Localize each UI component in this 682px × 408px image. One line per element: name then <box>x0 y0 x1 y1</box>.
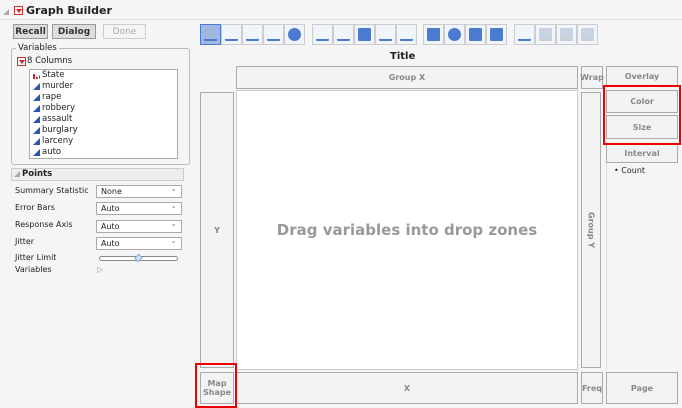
caption-box-graph-icon[interactable] <box>514 24 535 45</box>
column-name: State <box>42 70 65 80</box>
columns-count: 8 Columns <box>27 56 73 66</box>
variables-option-label: Variables <box>15 265 52 274</box>
jitter-limit-label: Jitter Limit <box>15 253 57 262</box>
continuous-icon <box>33 105 40 112</box>
continuous-icon <box>33 149 40 156</box>
column-name: rape <box>42 92 62 102</box>
continuous-icon <box>33 94 40 101</box>
column-item[interactable]: rape <box>30 92 177 103</box>
treemap-graph-icon[interactable] <box>465 24 486 45</box>
right-panel <box>606 163 678 370</box>
variables-label: Variables <box>16 43 59 53</box>
continuous-icon <box>33 127 40 134</box>
column-name: auto <box>42 147 62 157</box>
red-triangle-menu-icon[interactable] <box>14 6 23 15</box>
slider-thumb[interactable] <box>133 253 143 263</box>
continuous-icon <box>33 138 40 145</box>
graph-title[interactable]: Title <box>390 51 415 62</box>
column-name: robbery <box>42 103 76 113</box>
highlight-box-color-size <box>603 85 681 145</box>
box-plot-graph-icon[interactable] <box>375 24 396 45</box>
column-item[interactable]: assault <box>30 114 177 125</box>
graph-drop-area[interactable]: Drag variables into drop zones <box>236 90 578 370</box>
wrap-zone[interactable]: Wrap <box>580 66 604 89</box>
interval-zone[interactable]: Interval <box>606 143 678 163</box>
continuous-icon <box>33 116 40 123</box>
columns-menu-icon[interactable] <box>17 57 26 66</box>
recall-button[interactable]: Recall <box>13 24 48 39</box>
column-name: larceny <box>42 136 74 146</box>
points-header[interactable]: Points <box>11 168 184 181</box>
mosaic-graph-icon[interactable] <box>486 24 507 45</box>
disclosure-icon[interactable] <box>14 171 20 177</box>
highlight-box-map-shape <box>195 363 237 408</box>
column-name: burglary <box>42 125 78 135</box>
column-item[interactable]: State <box>30 70 177 81</box>
continuous-icon <box>33 83 40 90</box>
column-item[interactable]: murder <box>30 81 177 92</box>
freq-zone[interactable]: Freq <box>581 372 603 404</box>
parallel-graph-icon[interactable] <box>577 24 598 45</box>
column-list[interactable]: State murder rape robbery assault burglary lar… <box>29 69 178 159</box>
line-graph-icon[interactable] <box>312 24 333 45</box>
contour-graph-icon[interactable] <box>284 24 305 45</box>
heatmap-graph-icon[interactable] <box>423 24 444 45</box>
jitter-select[interactable]: Auto <box>96 235 182 250</box>
smoother-graph-icon[interactable] <box>221 24 242 45</box>
error-bars-label: Error Bars <box>15 203 55 212</box>
line-of-fit-graph-icon[interactable] <box>242 24 263 45</box>
error-bars-select[interactable]: Auto <box>96 200 182 215</box>
overlay-zone[interactable]: Overlay <box>606 66 678 86</box>
column-item[interactable]: larceny <box>30 136 177 147</box>
points-title: Points <box>22 169 53 179</box>
title-bar: Graph Builder <box>0 2 682 20</box>
column-item[interactable]: burglary <box>30 125 177 136</box>
formula-graph-icon[interactable] <box>535 24 556 45</box>
expand-arrow-icon[interactable]: ▷ <box>97 265 103 274</box>
bar-graph-icon[interactable] <box>333 24 354 45</box>
window-title: Graph Builder <box>26 4 112 17</box>
group-y-zone[interactable]: Group Y <box>581 92 601 368</box>
summary-statistic-select[interactable]: None <box>96 183 182 198</box>
ellipse-graph-icon[interactable] <box>263 24 284 45</box>
variables-group: Variables 8 Columns State murder rape robbe… <box>11 43 190 165</box>
map-shapes-graph-icon[interactable] <box>556 24 577 45</box>
response-axis-label: Response Axis <box>15 220 73 229</box>
column-name: murder <box>42 81 74 91</box>
area-graph-icon[interactable] <box>354 24 375 45</box>
dialog-button[interactable]: Dialog <box>52 24 96 39</box>
nominal-icon <box>33 72 40 79</box>
summary-statistic-label: Summary Statistic <box>15 186 89 195</box>
points-graph-icon[interactable] <box>200 24 221 45</box>
x-zone[interactable]: X <box>236 372 578 404</box>
column-name: assault <box>42 114 73 124</box>
group-x-zone[interactable]: Group X <box>236 66 578 89</box>
y-zone[interactable]: Y <box>200 92 234 368</box>
jitter-label: Jitter <box>15 237 35 246</box>
histogram-graph-icon[interactable] <box>396 24 417 45</box>
disclosure-icon[interactable] <box>3 9 9 15</box>
column-item[interactable]: robbery <box>30 103 177 114</box>
page-zone[interactable]: Page <box>606 372 678 404</box>
response-axis-select[interactable]: Auto <box>96 218 182 233</box>
column-item[interactable]: auto <box>30 147 177 158</box>
pie-graph-icon[interactable] <box>444 24 465 45</box>
done-button[interactable]: Done <box>103 24 146 39</box>
jitter-limit-slider[interactable] <box>99 253 178 263</box>
